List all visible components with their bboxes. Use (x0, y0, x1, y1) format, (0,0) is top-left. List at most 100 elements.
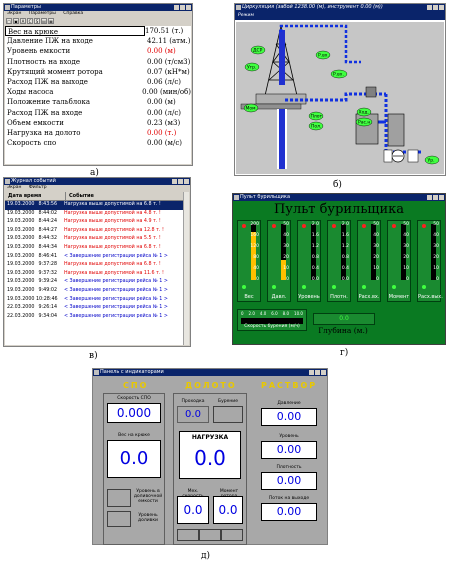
gauge-tick-label: 10 (433, 266, 439, 271)
parameter-name: Крутящий момент ротора (7, 67, 103, 76)
gauge-label: Расх.вых. (418, 294, 443, 300)
gauge-2: 2.0 1.6 1.2 0.8 0.4 0.0 Уровень (297, 220, 321, 302)
gauge-tick-label: 0.0 (311, 277, 319, 282)
event-date: 19.03.2000 (7, 253, 35, 259)
event-datetime: 19.03.2000 9:39:24 (5, 278, 64, 287)
toolbar-button-1[interactable]: ▢ (6, 18, 12, 24)
toolbar-button-c[interactable]: C (27, 18, 33, 24)
gauge-tick-label: 1.2 (311, 244, 319, 249)
menu-item-help[interactable]: Справка (63, 11, 83, 16)
close-button[interactable] (321, 370, 326, 375)
event-row[interactable]: 22.03.2000 9:26:14 < Завершение регистрац… (5, 304, 189, 313)
app-icon (234, 195, 239, 200)
parameter-row: Расход ПЖ на выходе 0.06 (л/с) (5, 77, 191, 87)
parameter-value: 0.00 (м) (147, 98, 176, 107)
event-row[interactable]: 19.03.2000 9:49:02 < Завершение регистрац… (5, 287, 189, 296)
event-row[interactable]: 19.03.2000 8:44:32 Нагрузка выше допустим… (5, 235, 189, 244)
parameters-window: Параметры Экран Параметры Справка ▢ ▣ A … (3, 3, 193, 166)
event-time: 8:43:56 (38, 202, 58, 207)
gauge-tick-label: 80 (253, 255, 259, 260)
event-row[interactable]: 19.03.2000 9:37:32 Нагрузка выше допустим… (5, 270, 189, 279)
toolbar-button-2[interactable]: ▣ (13, 18, 19, 24)
circulation-window: Циркуляция (забой 1238.00 (м), инструмен… (234, 3, 446, 176)
event-date: 19.03.2000 (7, 279, 35, 285)
menu-item-parameters[interactable]: Параметры (29, 11, 56, 16)
doloto-indicator-2 (199, 529, 221, 541)
event-datetime: 22.03.2000 9:26:14 (5, 304, 64, 313)
toolbar-button-a[interactable]: A (20, 18, 26, 24)
column-header-event[interactable]: Событие (66, 192, 189, 200)
maximize-button[interactable] (315, 370, 320, 375)
event-row[interactable]: 19.03.2000 9:39:24 < Завершение регистрац… (5, 278, 189, 287)
event-row[interactable]: 19.03.2000 8:44:34 Нагрузка выше допустим… (5, 244, 189, 253)
minimize-button[interactable] (427, 5, 432, 10)
label-pol: Пол. (311, 124, 321, 130)
toolbar-button-7[interactable]: ▦ (48, 18, 54, 24)
menu-item-screen[interactable]: Экран (7, 185, 21, 190)
event-datetime: 19.03.2000 8:44:27 (5, 227, 64, 236)
parameter-name: Объем емкости (7, 118, 64, 127)
minimize-button[interactable] (309, 370, 314, 375)
gauge-1: 50 40 30 20 10 0 Давл. (267, 220, 291, 302)
event-time: 9:34:04 (38, 313, 58, 319)
event-row[interactable]: 19.03.2000 8:44:27 Нагрузка выше допустим… (5, 227, 189, 236)
minimize-button[interactable] (427, 195, 432, 200)
event-time: 10:28:46 (36, 296, 58, 302)
event-datetime: 19.03.2000 9:37:32 (5, 270, 64, 279)
label-plot: Плот. (311, 114, 324, 120)
event-text: Нагрузка выше допустимой на 6.8 т. ! (64, 202, 161, 207)
maximize-button[interactable] (433, 195, 438, 200)
parameter-value: 42.11 (атм.) (147, 37, 191, 46)
parameter-name: Вес на крюке (5, 26, 145, 37)
driller-console-title: Пульт бурильщика (240, 194, 291, 200)
gauge-tick-label: 40 (373, 233, 379, 238)
menu-item-mode[interactable]: Режим (238, 13, 254, 18)
gauge-3: 2.0 1.6 1.2 0.8 0.4 0.0 Плотн. (327, 220, 351, 302)
event-time: 9:49:02 (38, 287, 58, 293)
event-time: 8:44:02 (38, 210, 58, 216)
close-button[interactable] (184, 179, 189, 184)
parameter-name: Давление ПЖ на входе (7, 37, 93, 46)
maximize-button[interactable] (178, 179, 183, 184)
event-time: 9:37:32 (38, 270, 58, 276)
menu-item-filter[interactable]: Фильтр (29, 185, 47, 190)
toolbar-button-6[interactable]: ▤ (41, 18, 47, 24)
app-icon (94, 370, 99, 375)
davlenie-label: Давление (277, 401, 301, 406)
gauge-tick-label: 50 (403, 222, 409, 227)
event-row[interactable]: 19.03.2000 9:37:28 Нагрузка выше допустим… (5, 261, 189, 270)
event-text: < Завершение регистрации рейса № 1 > (64, 287, 168, 293)
minimize-button[interactable] (172, 179, 177, 184)
label-hod: Ход. (359, 110, 369, 116)
event-row[interactable]: 19.03.2000 8:46:41 < Завершение регистрац… (5, 253, 189, 262)
close-button[interactable] (439, 5, 444, 10)
close-button[interactable] (186, 5, 191, 10)
status-lamp-green (332, 285, 336, 289)
gauge-tick-label: 20 (373, 255, 379, 260)
parameters-table: Вес на крюке 170.51 (т.) Давление ПЖ на вх… (5, 26, 191, 164)
proxodka-label: Проходка (181, 399, 205, 404)
gauge-tick-label: 20 (403, 255, 409, 260)
toolbar-button-s[interactable]: S (34, 18, 40, 24)
gauge-tick-label: 10 (283, 266, 289, 271)
rig-floor (255, 93, 307, 105)
gauge-tick-label: 30 (373, 244, 379, 249)
event-text: Нагрузка выше допустимой на 6.8 т. ! (64, 262, 161, 268)
event-row[interactable]: 19.03.2000 10:28:46 < Завершение регистра… (5, 296, 189, 305)
maximize-button[interactable] (433, 5, 438, 10)
close-button[interactable] (439, 195, 444, 200)
parameter-row: Давление ПЖ на входе 42.11 (атм.) (5, 36, 191, 46)
event-row[interactable]: 19.03.2000 8:43:56 Нагрузка выше допустим… (5, 201, 189, 210)
event-log-scrollbar[interactable] (183, 192, 189, 345)
gauge-tick-label: 0.8 (341, 255, 349, 260)
gauge-tick-label: 0.4 (311, 266, 319, 271)
event-row[interactable]: 22.03.2000 9:34:04 < Завершение регистрац… (5, 313, 189, 322)
maximize-button[interactable] (180, 5, 185, 10)
event-row[interactable]: 19.03.2000 8:44:02 Нагрузка выше допустим… (5, 210, 189, 219)
parameter-value: 0.00 (м/с) (147, 139, 182, 148)
event-row[interactable]: 19.03.2000 8:44:24 Нагрузка выше допустим… (5, 218, 189, 227)
column-header-datetime[interactable]: Дата время (5, 192, 66, 200)
menu-item-screen[interactable]: Экран (7, 11, 21, 16)
minimize-button[interactable] (174, 5, 179, 10)
event-date: 19.03.2000 (7, 244, 35, 250)
